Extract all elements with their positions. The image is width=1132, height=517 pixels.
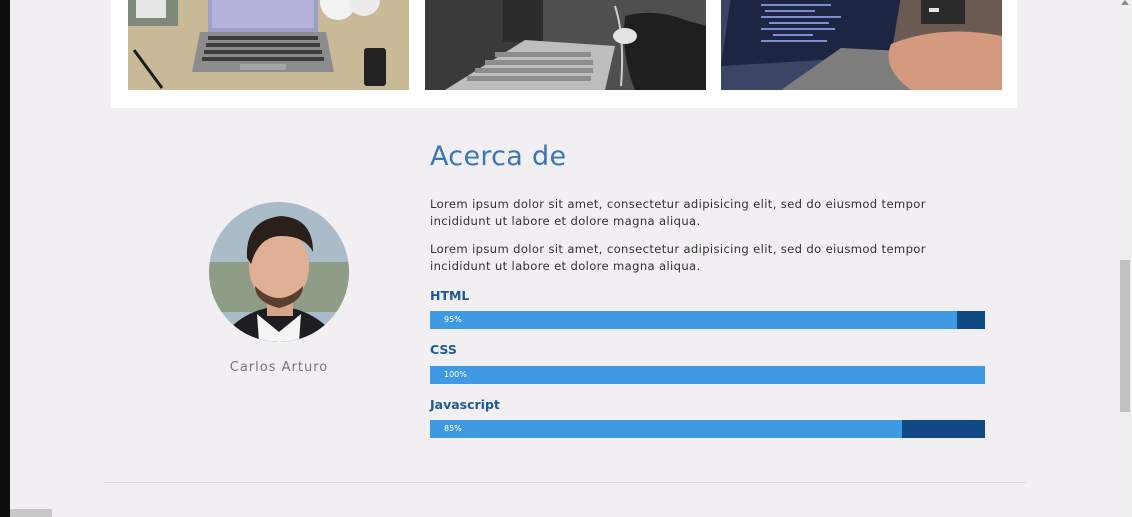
skill-label-javascript: Javascript	[430, 397, 500, 412]
coding-laptop-photo[interactable]	[721, 0, 1002, 90]
scrollbar-thumb[interactable]	[1120, 260, 1130, 412]
progress-fill-html	[430, 311, 958, 329]
progress-bar-html: 95%	[430, 311, 985, 329]
profile-name: Carlos Arturo	[229, 360, 329, 375]
vertical-scrollbar[interactable]	[1118, 0, 1132, 517]
keyboard-mouse-photo[interactable]	[425, 0, 706, 90]
portfolio-gallery	[111, 0, 1017, 108]
horizontal-scrollbar-thumb[interactable]	[10, 509, 52, 517]
laptop-desk-photo[interactable]	[128, 0, 409, 90]
progress-text-css: 100%	[444, 370, 467, 379]
progress-text-javascript: 85%	[444, 424, 462, 433]
scroll-up-arrow-icon[interactable]	[1121, 0, 1129, 5]
section-divider	[104, 482, 1026, 483]
progress-bar-javascript: 85%	[430, 420, 985, 438]
about-title: Acerca de	[430, 141, 567, 172]
skill-label-css: CSS	[430, 342, 457, 357]
progress-fill-css	[430, 366, 985, 384]
skill-label-html: HTML	[430, 288, 470, 303]
progress-text-html: 95%	[444, 315, 462, 324]
about-paragraph: Lorem ipsum dolor sit amet, consectetur …	[430, 197, 926, 228]
profile-avatar	[209, 202, 349, 342]
about-paragraph: Lorem ipsum dolor sit amet, consectetur …	[430, 242, 926, 273]
progress-bar-css: 100%	[430, 366, 985, 384]
page: Carlos Arturo Acerca de Lorem ipsum dolo…	[10, 0, 1118, 517]
progress-fill-javascript	[430, 420, 902, 438]
